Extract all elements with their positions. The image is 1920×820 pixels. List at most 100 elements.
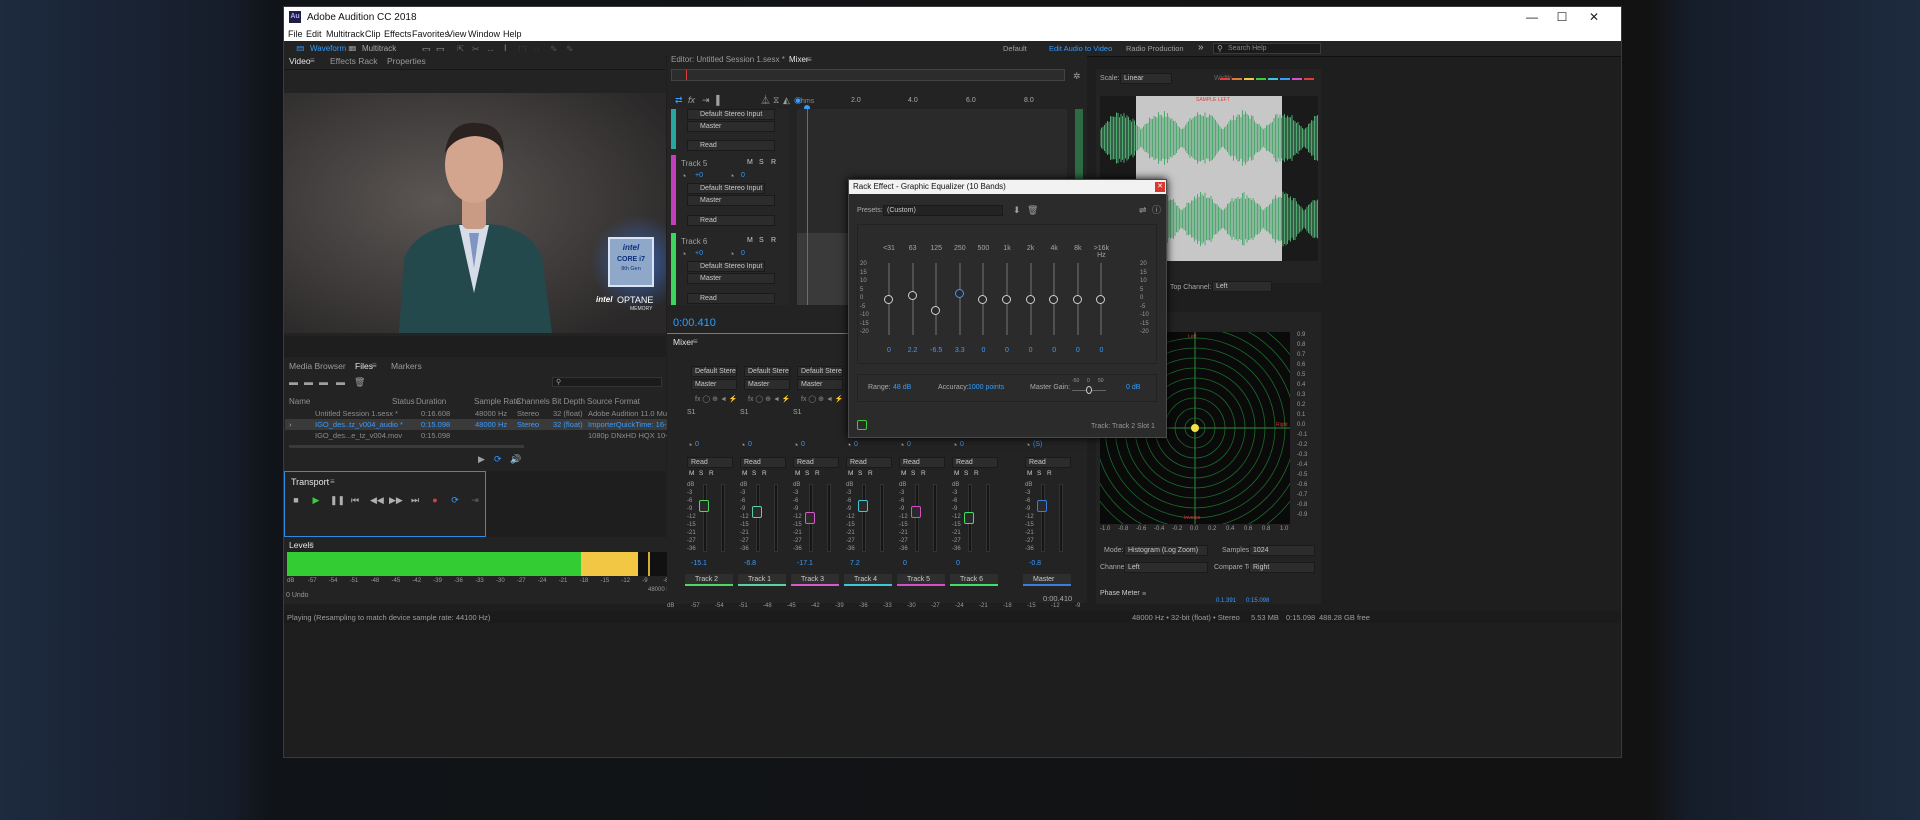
play-button[interactable]: ▶ <box>310 494 322 506</box>
strip-pan-knob-icon[interactable]: ◔ <box>793 440 798 450</box>
track-pan[interactable]: 0 <box>741 172 745 179</box>
transport-menu-icon[interactable]: ≡ <box>330 477 335 487</box>
menu-favorites[interactable]: Favorites <box>412 29 449 39</box>
eq-band-value[interactable]: -6.5 <box>924 347 948 354</box>
eq-band-handle[interactable] <box>1002 295 1011 304</box>
strip-pan-knob-icon[interactable]: ◔ <box>687 440 692 450</box>
strip-solo-button[interactable]: S <box>911 470 915 477</box>
strip-record-button[interactable]: R <box>762 470 767 477</box>
table-row[interactable]: Untitled Session 1.sesx * 0:16.608 48000… <box>285 408 733 419</box>
menu-help[interactable]: Help <box>503 29 522 39</box>
eq-band-handle[interactable] <box>884 295 893 304</box>
mode-select[interactable]: Histogram (Log Zoom) <box>1124 545 1208 556</box>
files-search-input[interactable]: ⚲ <box>552 377 662 387</box>
power-toggle-icon[interactable]: ⇌ <box>1139 205 1147 215</box>
strip-record-button[interactable]: R <box>921 470 926 477</box>
solo-button[interactable]: S <box>759 237 764 244</box>
strip-pan-value[interactable]: 0 <box>854 441 858 448</box>
track-automation-select[interactable]: Read <box>687 140 775 151</box>
tab-files[interactable]: Files <box>355 361 373 371</box>
strip-record-button[interactable]: R <box>1047 470 1052 477</box>
pan-knob-icon[interactable]: ◔ <box>729 249 734 259</box>
strip-mute-button[interactable]: M <box>689 470 694 477</box>
overview-bar[interactable] <box>671 69 1065 81</box>
eq-band-handle[interactable] <box>954 289 964 299</box>
table-row-selected[interactable]: › IGO_des..tz_v004_audio * 0:15.098 4800… <box>285 419 733 430</box>
strip-input-select[interactable]: Default Stere <box>744 366 790 377</box>
strip-pan-knob-icon[interactable]: ◔ <box>952 440 957 450</box>
strip-mute-button[interactable]: M <box>848 470 853 477</box>
col-source-format[interactable]: Source Format <box>587 397 640 406</box>
col-sample-rate[interactable]: Sample Rate <box>474 397 520 406</box>
strip-pan-value[interactable]: 0 <box>907 441 911 448</box>
tab-mixer-top[interactable]: Mixer <box>789 55 809 64</box>
strip-volume-value[interactable]: -17.1 <box>797 560 813 567</box>
eq-band-slider[interactable] <box>931 263 941 335</box>
tab-media-browser[interactable]: Media Browser <box>289 361 346 371</box>
strip-record-button[interactable]: R <box>974 470 979 477</box>
rewind-button[interactable]: ◀◀ <box>370 494 384 506</box>
strip-pan-value[interactable]: 0 <box>960 441 964 448</box>
strip-input-select[interactable]: Default Stere <box>691 366 737 377</box>
vertical-zoom-bar[interactable] <box>1075 109 1083 179</box>
snap-icon[interactable]: ⧖ <box>773 95 779 105</box>
eq-band-value[interactable]: 0 <box>995 347 1019 354</box>
tab-properties[interactable]: Properties <box>387 56 426 66</box>
strip-solo-button[interactable]: S <box>1037 470 1041 477</box>
strip-mute-button[interactable]: M <box>901 470 906 477</box>
expand-chevron-icon[interactable]: › <box>289 420 292 429</box>
eq-band-value[interactable]: 0 <box>1019 347 1043 354</box>
editor-menu-icon[interactable]: ≡ <box>807 55 812 65</box>
eq-band-value[interactable]: 0 <box>1089 347 1113 354</box>
volume-knob-icon[interactable]: ◔ <box>681 249 686 259</box>
strip-fader-handle[interactable] <box>964 512 974 524</box>
strip-volume-value[interactable]: 0 <box>956 560 960 567</box>
eq-band-slider[interactable] <box>978 263 988 335</box>
eq-icon[interactable]: ▐ <box>713 95 719 105</box>
eq-band-slider[interactable] <box>907 263 917 335</box>
strip-pan-knob-icon[interactable]: ◔ <box>740 440 745 450</box>
eq-band-handle[interactable] <box>907 291 917 301</box>
stop-button[interactable]: ■ <box>290 494 302 506</box>
eq-band-handle[interactable] <box>978 295 988 304</box>
search-help-field[interactable]: ⚲ Search Help <box>1213 43 1321 54</box>
track-automation-select[interactable]: Read <box>687 293 775 304</box>
record-arm-button[interactable]: R <box>771 237 776 244</box>
eq-band-value[interactable]: 2.2 <box>901 347 925 354</box>
eq-band-value[interactable]: 3.3 <box>948 347 972 354</box>
files-panel-menu-icon[interactable]: ≡ <box>372 361 377 371</box>
eq-band-slider[interactable] <box>1002 263 1011 335</box>
presets-select[interactable]: (Custom) <box>883 205 1003 216</box>
save-preset-icon[interactable]: ⬇ <box>1013 205 1021 215</box>
mute-button[interactable]: M <box>747 159 753 166</box>
strip-automation-select[interactable]: Read <box>899 457 945 468</box>
eq-band-value[interactable]: 0 <box>1066 347 1090 354</box>
skip-selection-button[interactable]: ⇥ <box>469 494 481 506</box>
track-volume[interactable]: +0 <box>695 250 703 257</box>
loop-playback-button[interactable]: ⟳ <box>449 494 461 506</box>
fx-icon[interactable]: fx <box>688 95 695 105</box>
strip-pan-value[interactable]: 0 <box>801 441 805 448</box>
strip-output-select[interactable]: Master <box>691 379 737 390</box>
eq-band-value[interactable]: 0 <box>877 347 901 354</box>
strip-volume-value[interactable]: -15.1 <box>691 560 707 567</box>
strip-volume-value[interactable]: -6.8 <box>744 560 756 567</box>
eq-band-handle[interactable] <box>1096 295 1106 304</box>
track-name[interactable]: Track 5 <box>681 159 707 168</box>
strip-volume-value[interactable]: 0 <box>903 560 907 567</box>
accuracy-value[interactable]: 1000 points <box>968 384 1004 391</box>
master-gain-value[interactable]: 0 dB <box>1126 384 1140 391</box>
play-file-icon[interactable]: ▶ <box>478 454 485 464</box>
menu-multitrack[interactable]: Multitrack <box>326 29 365 39</box>
loop-file-icon[interactable]: ⟳ <box>494 454 502 464</box>
strip-solo-button[interactable]: S <box>752 470 756 477</box>
phase-meter-menu-icon[interactable]: ≡ <box>1142 590 1146 600</box>
eq-band-slider[interactable] <box>1049 263 1059 335</box>
strip-automation-select[interactable]: Read <box>687 457 733 468</box>
strip-pan-knob-icon[interactable]: ◔ <box>899 440 904 450</box>
strip-solo-button[interactable]: S <box>805 470 809 477</box>
strip-fader-handle[interactable] <box>752 506 762 518</box>
track-automation-select[interactable]: Read <box>687 215 775 226</box>
strip-fader-handle[interactable] <box>699 500 709 512</box>
strip-fader-handle[interactable] <box>858 500 868 512</box>
